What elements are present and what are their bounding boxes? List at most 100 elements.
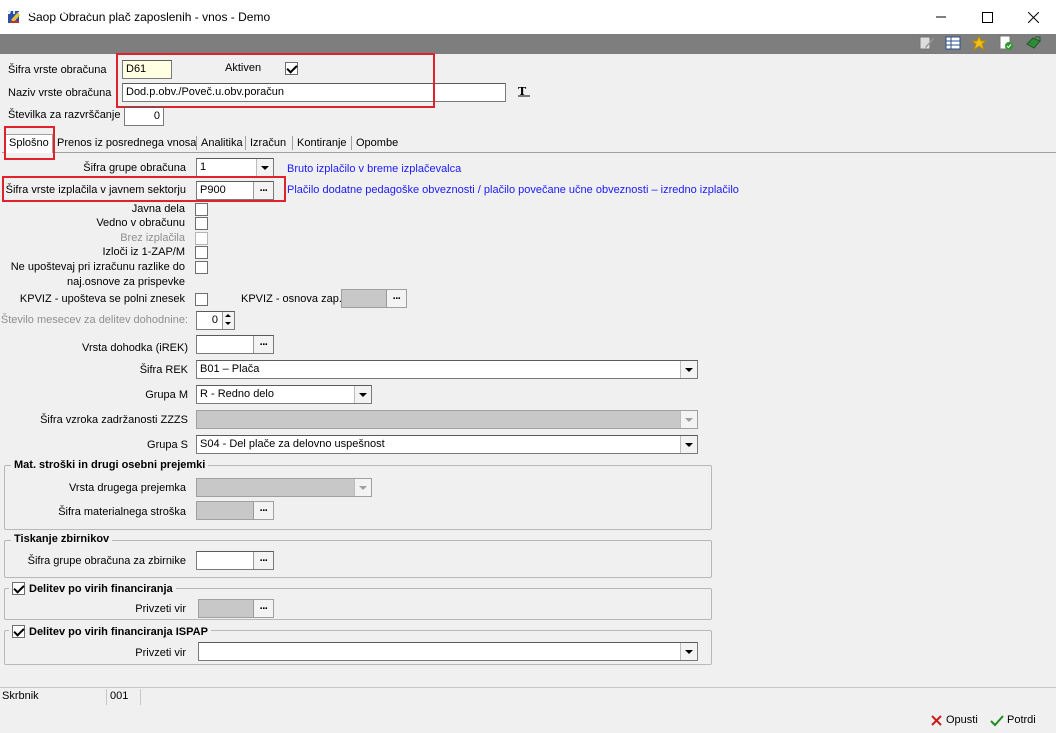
tab-splosno[interactable]: Splošno <box>5 134 53 153</box>
confirm-button[interactable]: Potrdi <box>990 711 1036 729</box>
close-icon <box>1027 11 1039 23</box>
maximize-button[interactable] <box>964 0 1010 34</box>
delitev-vir-label: Privzeti vir <box>135 603 186 615</box>
stevilo-value: 0 <box>211 314 218 326</box>
sifra-stroska-input[interactable]: ... <box>196 501 274 520</box>
check-document-icon[interactable] <box>998 35 1015 51</box>
tab-separator <box>351 136 352 150</box>
mat-stroski-title: Mat. stroški in drugi osebni prejemki <box>11 459 209 471</box>
brez-label: Brez izplačila <box>120 232 185 244</box>
vrsta-dohodka-input[interactable]: ... <box>196 335 274 354</box>
kpviz-osnova-label: KPVIZ - osnova zap. <box>241 293 342 305</box>
spinner-buttons[interactable] <box>222 312 234 329</box>
tab-kontiranje[interactable]: Kontiranje <box>294 135 350 152</box>
chevron-down-icon[interactable] <box>354 386 371 403</box>
stevilka-input[interactable]: 0 <box>124 107 164 126</box>
tab-separator <box>245 136 246 150</box>
tab-analitika[interactable]: Analitika <box>198 135 246 152</box>
sifra-input[interactable]: D61 <box>122 60 172 79</box>
grupa-description: Bruto izplačilo v breme izplačevalca <box>287 163 462 175</box>
browse-button[interactable]: ... <box>253 600 273 617</box>
aktiven-checkbox[interactable] <box>285 62 298 75</box>
zzzs-select <box>196 410 698 429</box>
chevron-down-icon[interactable] <box>256 159 273 176</box>
mat-stroski-group <box>4 465 712 530</box>
chevron-down-icon <box>354 479 371 496</box>
tab-separator <box>292 136 293 150</box>
delitev-checkbox[interactable] <box>12 582 25 595</box>
chevron-down-icon <box>680 411 697 428</box>
status-label: Skrbnik <box>0 689 107 705</box>
delitev-ispap-checkbox[interactable] <box>12 625 25 638</box>
stevilka-label: Številka za razvrščanje <box>8 109 121 121</box>
browse-button[interactable]: ... <box>253 336 273 353</box>
delitev-ispap-vir-select[interactable] <box>198 642 698 661</box>
browse-button[interactable]: ... <box>253 552 273 569</box>
browse-button[interactable]: ... <box>253 502 273 519</box>
grupa-label: Šifra grupe obračuna <box>83 162 186 174</box>
cancel-button[interactable]: Opusti <box>930 711 978 729</box>
tiskanje-input[interactable]: ... <box>196 551 274 570</box>
izplacila-label: Šifra vrste izplačila v javnem sektorju <box>5 184 186 196</box>
export-icon[interactable] <box>1025 35 1042 51</box>
vedno-label: Vedno v obračunu <box>96 217 185 229</box>
grupa-select[interactable]: 1 <box>196 158 274 177</box>
cancel-x-icon <box>931 714 942 726</box>
sifra-label: Šifra vrste obračuna <box>8 64 107 76</box>
chevron-down-icon[interactable] <box>680 361 697 378</box>
edit-icon[interactable] <box>918 35 935 51</box>
grupa-m-select[interactable]: R - Redno delo <box>196 385 372 404</box>
cancel-label: Opusti <box>946 714 978 726</box>
font-icon[interactable]: T <box>518 85 530 100</box>
izloci-checkbox[interactable] <box>195 246 208 259</box>
grupa-s-value: S04 - Del plače za delovno uspešnost <box>200 438 385 450</box>
spin-down-icon[interactable] <box>223 320 234 328</box>
browse-button[interactable]: ... <box>253 182 273 199</box>
chevron-down-icon[interactable] <box>680 436 697 453</box>
kpviz-osnova-input[interactable]: ... <box>341 289 407 308</box>
table-icon[interactable] <box>945 35 962 51</box>
chevron-down-icon[interactable] <box>680 643 697 660</box>
sifra-stroska-label: Šifra materialnega stroška <box>58 506 186 518</box>
status-value: 001 <box>108 689 141 705</box>
tiskanje-label: Šifra grupe obračuna za zbirnike <box>27 555 186 567</box>
delitev-vir-input[interactable]: ... <box>198 599 274 618</box>
izplacila-description: Plačilo dodatne pedagoške obveznosti / p… <box>287 184 739 196</box>
delitev-title: Delitev po virih financiranja <box>29 582 173 595</box>
grupa-s-select[interactable]: S04 - Del plače za delovno uspešnost <box>196 435 698 454</box>
close-button[interactable] <box>1010 0 1056 34</box>
browse-button[interactable]: ... <box>386 290 406 307</box>
tab-separator <box>196 136 197 150</box>
ne-upostevaj-label-2: naj.osnove za prispevke <box>66 276 185 288</box>
tab-prenos[interactable]: Prenos iz posrednega vnosa <box>54 135 199 152</box>
delitev-ispap-title-row: Delitev po virih financiranja ISPAP <box>9 625 211 638</box>
vedno-checkbox[interactable] <box>195 217 208 230</box>
grupa-m-label: Grupa M <box>145 389 188 401</box>
sifra-rek-select[interactable]: B01 – Plača <box>196 360 698 379</box>
brez-checkbox <box>195 232 208 245</box>
ne-upostevaj-checkbox[interactable] <box>195 261 208 274</box>
spin-up-icon[interactable] <box>223 312 234 320</box>
star-icon[interactable] <box>970 34 988 52</box>
confirm-label: Potrdi <box>1007 714 1036 726</box>
sifra-rek-value: B01 – Plača <box>200 363 260 375</box>
izloci-label: Izloči iz 1-ZAP/M <box>102 246 185 258</box>
tab-izracun[interactable]: Izračun <box>247 135 289 152</box>
izplacila-input[interactable]: P900 ... <box>196 181 274 200</box>
javna-dela-label: Javna dela <box>131 203 185 215</box>
delitev-ispap-title: Delitev po virih financiranja ISPAP <box>29 625 208 638</box>
javna-dela-checkbox[interactable] <box>195 203 208 216</box>
minimize-icon <box>936 16 946 18</box>
svg-text:T: T <box>518 85 527 97</box>
minimize-button[interactable] <box>918 0 964 34</box>
vrsta-dohodka-label: Vrsta dohodka (iREK) <box>82 342 188 354</box>
confirm-check-icon <box>990 714 1004 726</box>
naziv-input[interactable]: Dod.p.obv./Poveč.u.obv.poračun <box>122 83 506 102</box>
tabs-baseline <box>2 152 1056 153</box>
stevilo-spinner[interactable]: 0 <box>196 311 235 330</box>
vrsta-prejemka-label: Vrsta drugega prejemka <box>69 482 186 494</box>
kpviz-checkbox[interactable] <box>195 293 208 306</box>
grupa-s-label: Grupa S <box>147 439 188 451</box>
status-bar <box>0 687 1056 707</box>
tab-opombe[interactable]: Opombe <box>353 135 401 152</box>
